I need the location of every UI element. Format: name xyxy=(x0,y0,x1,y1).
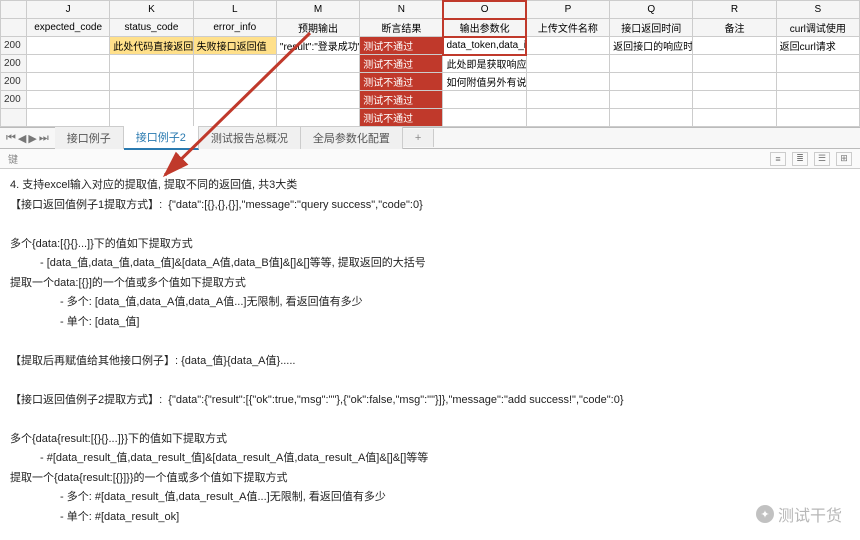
cell-assert-result[interactable]: 测试不通过 xyxy=(360,37,443,55)
prev-icon: ◀ xyxy=(18,132,26,145)
add-sheet-button[interactable]: + xyxy=(403,129,434,147)
watermark: ✦ 测试干货 xyxy=(756,502,842,526)
cell-assert-result[interactable]: 测试不通过 xyxy=(360,55,443,73)
tab-global-params[interactable]: 全局参数化配置 xyxy=(301,127,403,149)
doc-line: - 单个: [data_值] xyxy=(10,314,850,331)
cell-assert-result[interactable]: 测试不通过 xyxy=(360,91,443,109)
tab-interface-1[interactable]: 接口例子 xyxy=(55,127,124,149)
spreadsheet-grid[interactable]: J K L M N O P Q R S expected_code status… xyxy=(0,0,860,127)
col-O[interactable]: O xyxy=(443,1,526,19)
col-M[interactable]: M xyxy=(276,1,359,19)
table-row[interactable]: 测试不通过 xyxy=(1,109,860,127)
table-row[interactable]: 200 测试不通过 xyxy=(1,91,860,109)
table-row[interactable]: 200 测试不通过 如何附值另外有说明 xyxy=(1,73,860,91)
row-idx[interactable]: 200 xyxy=(1,37,27,55)
corner-cell xyxy=(1,1,27,19)
hdr-assert-result[interactable]: 断言结果 xyxy=(360,19,443,37)
tab-nav-arrows[interactable]: ⏮◀▶⏭ xyxy=(0,132,55,145)
cell-error-info[interactable]: 失败接口返回值 xyxy=(193,37,276,55)
cell-assert-result[interactable]: 测试不通过 xyxy=(360,73,443,91)
field-header-row: expected_code status_code error_info 预期输… xyxy=(1,19,860,37)
cell-output-param[interactable]: data_token,data_id xyxy=(443,37,526,55)
col-Q[interactable]: Q xyxy=(610,1,693,19)
doc-line: 多个{data:[{}{}...]}下的值如下提取方式 xyxy=(10,236,850,253)
align-left-icon[interactable]: ≡ xyxy=(770,152,786,166)
hdr-output-param[interactable]: 输出参数化 xyxy=(443,19,526,37)
cell-assert-result[interactable]: 测试不通过 xyxy=(360,109,443,127)
col-header-row: J K L M N O P Q R S xyxy=(1,1,860,19)
cell-response-time[interactable]: 返回接口的响应时间 xyxy=(610,37,693,55)
formula-bar: 键 ≡ ≣ ☰ ⊞ xyxy=(0,149,860,169)
col-R[interactable]: R xyxy=(693,1,776,19)
hdr-expected-code[interactable]: expected_code xyxy=(27,19,110,37)
col-K[interactable]: K xyxy=(110,1,193,19)
doc-line: 【接口返回值例子2提取方式】: {"data":{"result":[{"ok"… xyxy=(10,392,850,409)
next-icon: ▶ xyxy=(28,132,36,145)
cell-status-code[interactable]: 此处代码直接返回值 xyxy=(110,37,193,55)
doc-line: - [data_值,data_值,data_值]&[data_A值,data_B… xyxy=(10,255,850,272)
first-icon: ⏮ xyxy=(6,132,16,145)
cell-curl[interactable]: 返回curl请求 xyxy=(776,37,859,55)
doc-line: - 多个: #[data_result_值,data_result_A值...]… xyxy=(10,489,850,506)
hdr-error-info[interactable]: error_info xyxy=(193,19,276,37)
cell-note[interactable]: 此处即是获取响应值在其他接口中所需要直接可附值 xyxy=(443,55,526,73)
watermark-text: 测试干货 xyxy=(778,502,842,526)
doc-line: 【接口返回值例子1提取方式】: {"data":[{},{},{}],"mess… xyxy=(10,197,850,214)
doc-line: 提取一个{data{result:[{}]}}的一个值或多个值如下提取方式 xyxy=(10,470,850,487)
doc-title: 4. 支持excel输入对应的提取值, 提取不同的返回值, 共3大类 xyxy=(10,177,850,194)
row-idx[interactable]: 200 xyxy=(1,55,27,73)
doc-line: - #[data_result_值,data_result_值]&[data_r… xyxy=(10,450,850,467)
table-row[interactable]: 200 测试不通过 此处即是获取响应值在其他接口中所需要直接可附值 xyxy=(1,55,860,73)
tab-interface-2[interactable]: 接口例子2 xyxy=(124,126,199,150)
align-center-icon[interactable]: ≣ xyxy=(792,152,808,166)
wechat-icon: ✦ xyxy=(756,505,774,523)
merge-icon[interactable]: ⊞ xyxy=(836,152,852,166)
hdr-remark[interactable]: 备注 xyxy=(693,19,776,37)
sheet-tabs: ⏮◀▶⏭ 接口例子 接口例子2 测试报告总概况 全局参数化配置 + xyxy=(0,127,860,149)
doc-line: - 单个: #[data_result_ok] xyxy=(10,509,850,526)
table-row[interactable]: 200 此处代码直接返回值 失败接口返回值 "result":"登录成功" 测试… xyxy=(1,37,860,55)
tab-report-summary[interactable]: 测试报告总概况 xyxy=(199,127,301,149)
doc-line: 【提取后再赋值给其他接口例子】: {data_值}{data_A值}..... xyxy=(10,353,850,370)
col-L[interactable]: L xyxy=(193,1,276,19)
col-N[interactable]: N xyxy=(360,1,443,19)
cell-note[interactable]: 如何附值另外有说明 xyxy=(443,73,526,91)
hdr-curl[interactable]: curl调试使用 xyxy=(776,19,859,37)
row-idx[interactable] xyxy=(1,109,27,127)
col-P[interactable]: P xyxy=(526,1,609,19)
row-idx[interactable]: 200 xyxy=(1,73,27,91)
last-icon: ⏭ xyxy=(39,132,49,145)
cell-expected-output[interactable]: "result":"登录成功" xyxy=(276,37,359,55)
doc-line: 多个{data{result:[{}{}...]}}下的值如下提取方式 xyxy=(10,431,850,448)
hdr-upload-file[interactable]: 上传文件名称 xyxy=(526,19,609,37)
doc-line: - 多个: [data_值,data_A值,data_A值...]无限制, 看返… xyxy=(10,294,850,311)
fx-label: 键 xyxy=(0,151,26,166)
align-right-icon[interactable]: ☰ xyxy=(814,152,830,166)
row-idx[interactable]: 200 xyxy=(1,91,27,109)
hdr-expected-output[interactable]: 预期输出 xyxy=(276,19,359,37)
col-J[interactable]: J xyxy=(27,1,110,19)
doc-line: 提取一个data:[{}]的一个值或多个值如下提取方式 xyxy=(10,275,850,292)
hdr-response-time[interactable]: 接口返回时间 xyxy=(610,19,693,37)
hdr-status-code[interactable]: status_code xyxy=(110,19,193,37)
col-S[interactable]: S xyxy=(776,1,859,19)
documentation-panel: 4. 支持excel输入对应的提取值, 提取不同的返回值, 共3大类 【接口返回… xyxy=(0,169,860,539)
